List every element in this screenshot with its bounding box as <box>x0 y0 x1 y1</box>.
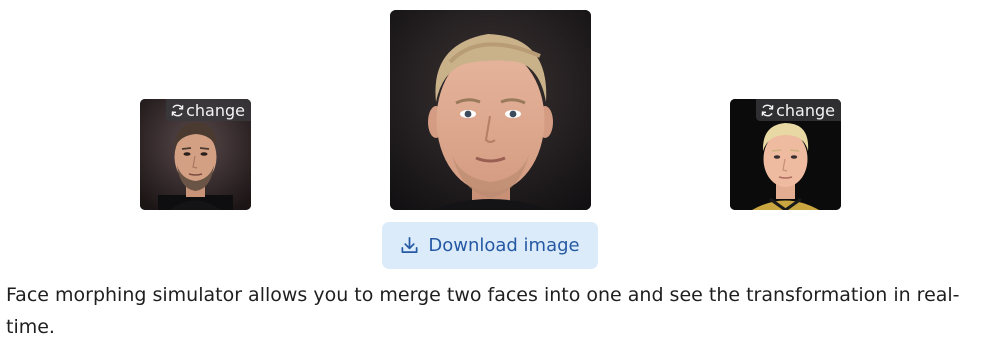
right-face-thumbnail: change <box>730 99 841 210</box>
description-text: Face morphing simulator allows you to me… <box>6 284 960 338</box>
face-morph-panel: change change Download image Face morphi… <box>0 0 1000 351</box>
refresh-icon <box>170 103 185 118</box>
right-change-label: change <box>776 100 835 120</box>
left-change-button[interactable]: change <box>166 99 251 121</box>
left-change-label: change <box>186 100 245 120</box>
download-button-label: Download image <box>428 235 580 256</box>
refresh-icon <box>760 103 775 118</box>
download-icon <box>400 236 419 255</box>
morphed-face-preview <box>390 10 591 210</box>
morphed-face-image <box>390 10 591 210</box>
right-change-button[interactable]: change <box>756 99 841 121</box>
download-image-button[interactable]: Download image <box>382 222 598 269</box>
left-face-thumbnail: change <box>140 99 251 210</box>
